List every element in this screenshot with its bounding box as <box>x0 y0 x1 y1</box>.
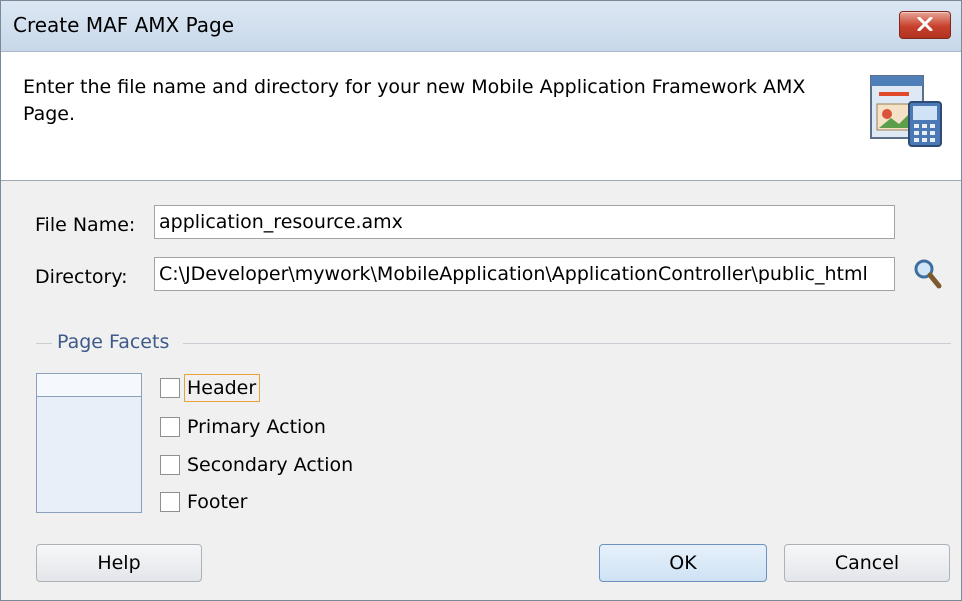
ok-button[interactable]: OK <box>599 544 767 582</box>
close-button[interactable] <box>899 11 951 39</box>
dialog-header: Enter the file name and directory for yo… <box>1 52 961 181</box>
primary-action-checkbox[interactable] <box>160 417 180 437</box>
directory-field[interactable]: C:\JDeveloper\mywork\MobileApplication\A… <box>154 257 895 291</box>
file-name-field[interactable]: application_resource.amx <box>154 205 895 239</box>
create-maf-amx-page-dialog: Create MAF AMX Page Enter the file name … <box>0 0 962 601</box>
help-button[interactable]: Help <box>36 544 202 582</box>
cancel-button[interactable]: Cancel <box>784 544 950 582</box>
directory-label: Directory: <box>35 266 128 288</box>
secondary-action-checkbox-label[interactable]: Secondary Action <box>187 454 353 476</box>
secondary-action-checkbox[interactable] <box>160 455 180 475</box>
close-icon <box>917 17 933 31</box>
header-description: Enter the file name and directory for yo… <box>23 76 806 125</box>
header-checkbox-label[interactable]: Header <box>187 377 256 399</box>
group-separator-right <box>183 343 951 344</box>
footer-checkbox[interactable] <box>160 492 180 512</box>
title-bar[interactable]: Create MAF AMX Page <box>1 1 961 52</box>
footer-checkbox-label[interactable]: Footer <box>187 491 247 513</box>
page-layout-preview <box>36 373 142 513</box>
page-facets-title: Page Facets <box>57 331 170 353</box>
window-title: Create MAF AMX Page <box>13 13 235 37</box>
magnifier-icon[interactable] <box>913 258 943 290</box>
amx-page-icon <box>870 75 942 147</box>
group-separator-left <box>36 343 52 344</box>
header-checkbox[interactable] <box>160 378 180 398</box>
primary-action-checkbox-label[interactable]: Primary Action <box>187 416 326 438</box>
file-name-label: File Name: <box>35 214 136 236</box>
preview-header-bar <box>37 374 141 397</box>
